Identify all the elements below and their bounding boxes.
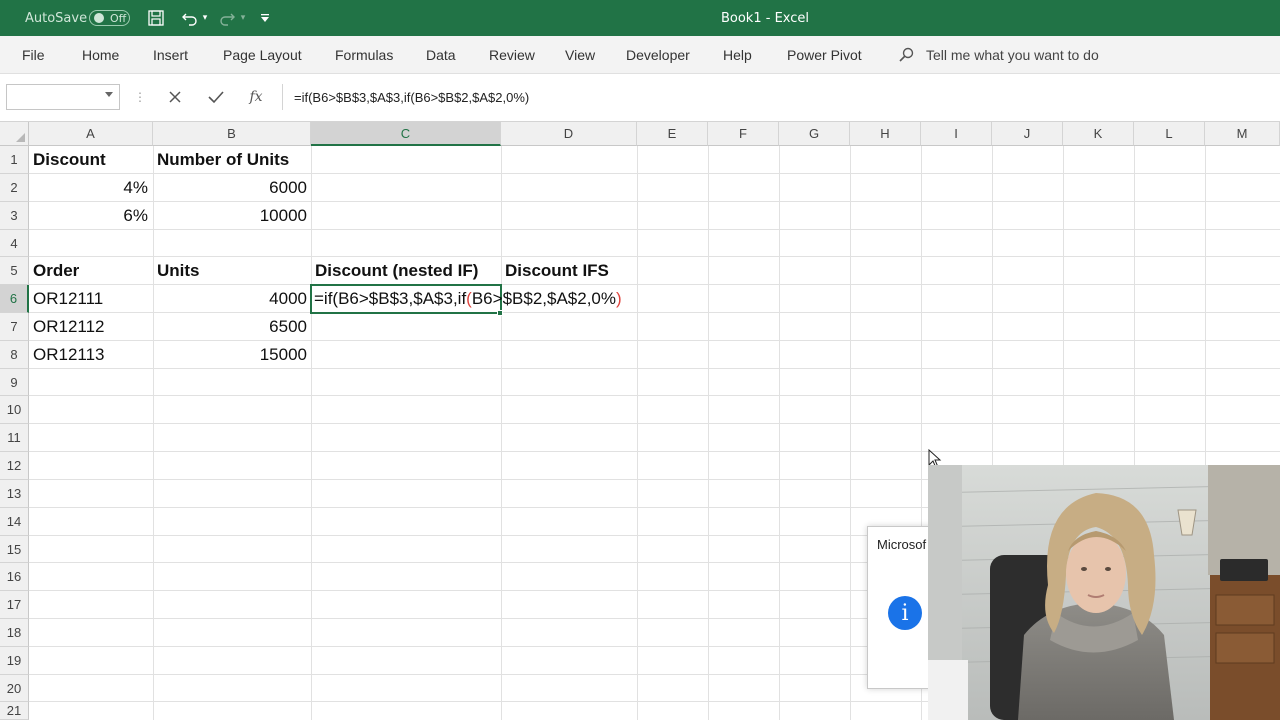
column-header-g[interactable]: G [779,122,850,146]
cell-d5[interactable]: Discount IFS [502,257,637,285]
column-header-m[interactable]: M [1205,122,1280,146]
tab-file[interactable]: File [22,36,45,74]
tab-help[interactable]: Help [723,36,752,74]
select-all-corner[interactable] [0,122,29,146]
column-header-k[interactable]: K [1063,122,1134,146]
row-header-17[interactable]: 17 [0,591,29,619]
column-header-c[interactable]: C [311,122,501,146]
name-box[interactable] [6,84,120,110]
cell-c6-editor[interactable]: =if(B6>$B$3,$A$3,if(B6>$B$2,$A$2,0%) [311,285,622,313]
row-header-18[interactable]: 18 [0,619,29,647]
undo-icon[interactable] [180,8,200,28]
enter-icon[interactable] [203,84,229,110]
toggle-knob [94,13,104,23]
row-header-8[interactable]: 8 [0,341,29,369]
tab-home[interactable]: Home [82,36,119,74]
row-header-13[interactable]: 13 [0,480,29,508]
chevron-down-icon[interactable] [105,92,113,97]
cell-a3[interactable]: 6% [30,202,151,230]
row-header-12[interactable]: 12 [0,452,29,480]
presenter-video-icon [928,465,1280,720]
cancel-icon[interactable] [162,84,188,110]
row-header-20[interactable]: 20 [0,675,29,702]
cell-b2[interactable]: 6000 [154,174,310,202]
row-header-16[interactable]: 16 [0,563,29,591]
title-bar: AutoSave Off ▾ ▾ Book1 - Excel [0,0,1280,36]
customize-toolbar-icon[interactable] [257,8,273,28]
row-header-6[interactable]: 6 [0,285,29,313]
row-header-3[interactable]: 3 [0,202,29,230]
tab-view[interactable]: View [565,36,595,74]
cell-b8[interactable]: 15000 [154,341,310,369]
column-header-j[interactable]: J [992,122,1063,146]
insert-function-icon[interactable]: fx [243,84,269,110]
cell-b7[interactable]: 6500 [154,313,310,341]
formula-input[interactable]: =if(B6>$B$3,$A$3,if(B6>$B$2,$A$2,0%) [282,84,1276,110]
tell-me-search[interactable]: Tell me what you want to do [898,36,1099,74]
info-icon: i [888,596,922,630]
search-icon [899,47,914,62]
autosave-toggle[interactable]: Off [89,10,130,26]
cell-a8[interactable]: OR12113 [30,341,153,369]
row-header-11[interactable]: 11 [0,424,29,452]
presenter-webcam [928,465,1280,720]
column-header-i[interactable]: I [921,122,992,146]
cell-a2[interactable]: 4% [30,174,151,202]
cell-a6[interactable]: OR12111 [30,285,153,313]
redo-dropdown-icon[interactable]: ▾ [237,8,249,28]
column-header-b[interactable]: B [153,122,311,146]
tell-me-label: Tell me what you want to do [926,47,1099,63]
row-header-1[interactable]: 1 [0,146,29,174]
column-header-l[interactable]: L [1134,122,1205,146]
row-header-10[interactable]: 10 [0,396,29,424]
tab-insert[interactable]: Insert [153,36,188,74]
column-header-e[interactable]: E [637,122,708,146]
tab-review[interactable]: Review [489,36,535,74]
save-icon[interactable] [146,8,166,28]
undo-dropdown-icon[interactable]: ▾ [199,8,211,28]
column-header-h[interactable]: H [850,122,921,146]
row-header-19[interactable]: 19 [0,647,29,675]
tab-data[interactable]: Data [426,36,456,74]
row-header-15[interactable]: 15 [0,536,29,563]
cell-a1[interactable]: Discount [30,146,153,174]
row-header-4[interactable]: 4 [0,230,29,257]
row-header-9[interactable]: 9 [0,369,29,396]
formula-bar: ⋮ fx =if(B6>$B$3,$A$3,if(B6>$B$2,$A$2,0%… [0,74,1280,122]
cell-b5[interactable]: Units [154,257,311,285]
excel-window: AutoSave Off ▾ ▾ Book1 - Excel File Home… [0,0,1280,720]
cell-c5[interactable]: Discount (nested IF) [312,257,501,285]
formula-text-part3: B6>$B$2,$A$2,0% [471,289,616,308]
cell-b6[interactable]: 4000 [154,285,310,313]
tab-formulas[interactable]: Formulas [335,36,393,74]
column-header-a[interactable]: A [29,122,153,146]
row-header-14[interactable]: 14 [0,508,29,536]
formula-paren-close: ) [616,289,622,308]
formula-text-part1: =if(B6>$B$3,$A$3,if [314,289,467,308]
row-header-2[interactable]: 2 [0,174,29,202]
tab-power-pivot[interactable]: Power Pivot [787,36,862,74]
tab-page-layout[interactable]: Page Layout [223,36,302,74]
autosave-label: AutoSave [25,10,88,26]
row-header-5[interactable]: 5 [0,257,29,285]
dialog-title: Microsof [877,537,927,552]
cell-a5[interactable]: Order [30,257,153,285]
redo-icon[interactable] [217,8,237,28]
cell-b1[interactable]: Number of Units [154,146,311,174]
tab-developer[interactable]: Developer [626,36,690,74]
row-header-7[interactable]: 7 [0,313,29,341]
cell-a7[interactable]: OR12112 [30,313,153,341]
cell-b3[interactable]: 10000 [154,202,310,230]
column-header-d[interactable]: D [501,122,637,146]
more-options-icon[interactable]: ⋮ [134,90,146,104]
autosave-state: Off [110,11,127,25]
column-header-f[interactable]: F [708,122,779,146]
ribbon-tabs: File Home Insert Page Layout Formulas Da… [0,36,1280,74]
row-header-21[interactable]: 21 [0,702,29,720]
